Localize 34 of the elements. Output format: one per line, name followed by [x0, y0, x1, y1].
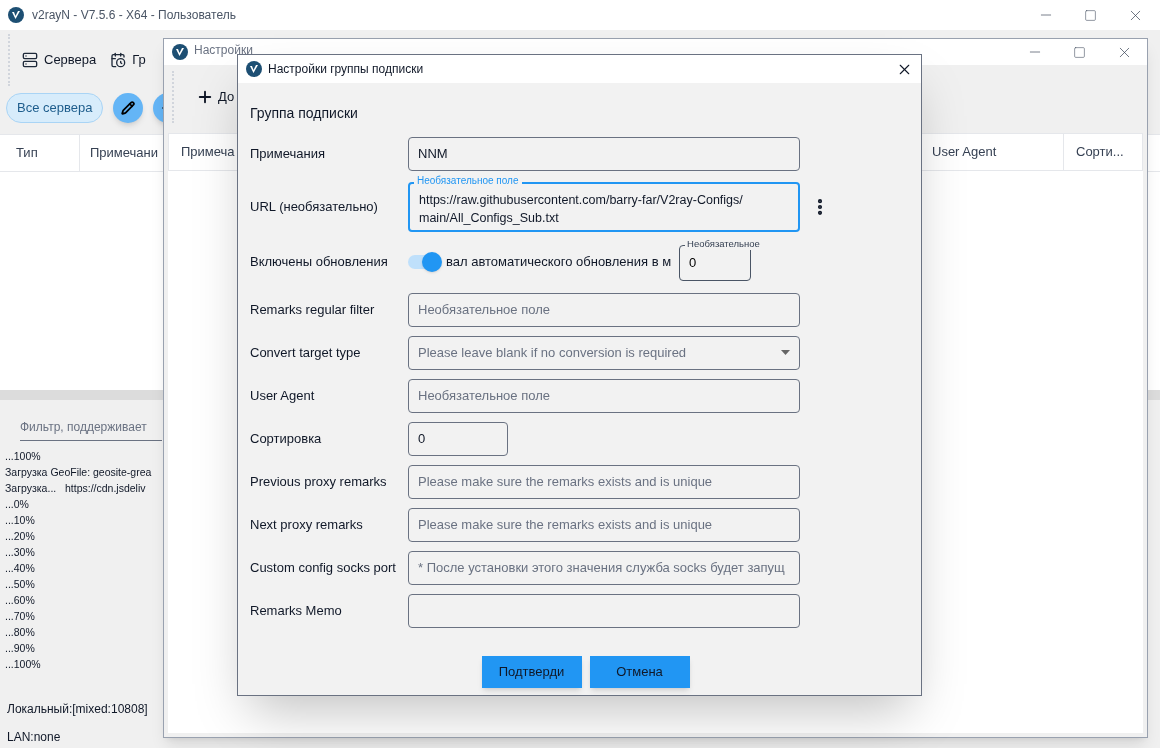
log-line: ...40%: [5, 561, 35, 576]
field-label: Remarks Memo: [250, 601, 343, 620]
field-label: User Agent: [250, 386, 316, 405]
log-line: ...60%: [5, 593, 35, 608]
field-label: Включены обновления: [250, 252, 389, 271]
status-text: LAN:none: [7, 729, 62, 746]
log-line: ...80%: [5, 625, 35, 640]
floating-label: Необязательное поле: [414, 175, 522, 187]
window-title: Настройки: [194, 42, 253, 59]
status-text: Локальный:[mixed:10808]: [7, 701, 149, 718]
log-line: ...20%: [5, 529, 35, 544]
field-label: Remarks regular filter: [250, 300, 376, 319]
floating-label: Необязательное: [685, 237, 762, 250]
field-label: Сортировка: [250, 429, 323, 448]
log-line: ...30%: [5, 545, 35, 560]
field-label: Custom config socks port: [250, 558, 397, 577]
window-title: v2rayN - V7.5.6 - X64 - Пользователь: [32, 7, 236, 24]
log-line: ...50%: [5, 577, 35, 592]
log-line: ...100%: [5, 449, 41, 464]
field-label: Convert target type: [250, 343, 362, 362]
interval-label: вал автоматического обновления в м: [446, 252, 672, 271]
dialog-title: Настройки группы подписки: [268, 61, 424, 78]
log-line: ...70%: [5, 609, 35, 624]
field-label: URL (необязательно): [250, 198, 379, 217]
log-line: Загрузка GeoFile: geosite-grea: [5, 465, 152, 480]
log-line: ...0%: [5, 497, 29, 512]
log-line: ...90%: [5, 641, 35, 656]
log-line: Загрузка... https://cdn.jsdeliv: [5, 481, 146, 496]
section-title: Группа подписки: [250, 104, 359, 123]
log-line: ...100%: [5, 657, 41, 672]
field-label: Previous proxy remarks: [250, 472, 388, 491]
log-line: ...10%: [5, 513, 35, 528]
field-label: Next proxy remarks: [250, 515, 364, 534]
field-label: Примечания: [250, 144, 327, 163]
